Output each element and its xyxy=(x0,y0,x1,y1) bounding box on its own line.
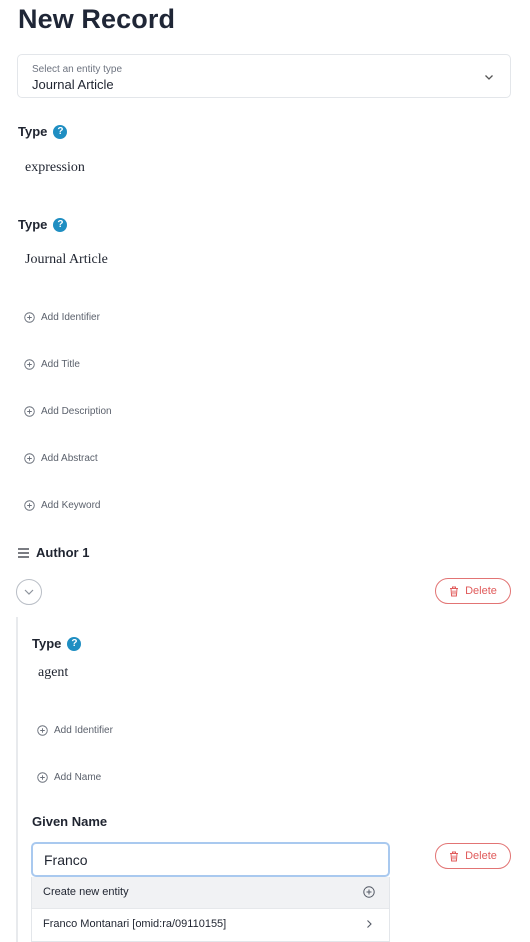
add-link-label: Add Title xyxy=(41,359,80,370)
add-keyword-link[interactable]: Add Keyword xyxy=(24,500,100,511)
entity-select-placeholder: Select an entity type xyxy=(32,64,123,75)
plus-circle-icon xyxy=(24,406,35,417)
type-label: Type ? xyxy=(18,124,68,139)
help-circle-icon[interactable]: ? xyxy=(53,124,68,139)
nested-entity-indent xyxy=(16,617,18,942)
add-link-label: Add Identifier xyxy=(54,725,113,736)
help-circle-icon[interactable]: ? xyxy=(67,636,82,651)
add-abstract-link[interactable]: Add Abstract xyxy=(24,453,98,464)
author-add-identifier-link[interactable]: Add Identifier xyxy=(37,725,113,736)
add-identifier-link[interactable]: Add Identifier xyxy=(24,312,100,323)
type-label-text: Type xyxy=(32,636,62,651)
given-name-input[interactable] xyxy=(31,842,390,877)
plus-circle-icon xyxy=(37,772,48,783)
chevron-down-icon xyxy=(24,589,34,595)
drag-handle-icon[interactable] xyxy=(18,547,29,558)
collapse-author-button[interactable] xyxy=(16,579,42,605)
delete-label: Delete xyxy=(465,585,497,597)
trash-icon xyxy=(450,851,459,861)
type-label-text: Type xyxy=(18,124,48,139)
delete-given-name-button[interactable]: Delete xyxy=(435,843,511,869)
plus-circle-icon xyxy=(24,453,35,464)
chevron-down-icon xyxy=(485,75,493,80)
plus-circle-icon xyxy=(37,725,48,736)
add-link-label: Add Keyword xyxy=(41,500,101,511)
suggestion-label: Franco Montanari [omid:ra/09110155] xyxy=(43,918,227,930)
delete-label: Delete xyxy=(465,850,497,862)
help-circle-icon[interactable]: ? xyxy=(53,217,68,232)
plus-circle-icon xyxy=(24,500,35,511)
entity-select-value: Journal Article xyxy=(32,77,114,92)
type-label-text: Type xyxy=(18,217,48,232)
trash-icon xyxy=(450,586,459,596)
author-add-name-link[interactable]: Add Name xyxy=(37,772,101,783)
author-type-value: agent xyxy=(38,665,69,680)
entity-suggestions-dropdown: Create new entity Franco Montanari [omid… xyxy=(31,877,390,942)
author-type-label: Type ? xyxy=(32,636,82,651)
chevron-right-icon xyxy=(367,920,372,928)
suggestion-item[interactable]: Franco Montanari [omid:ra/09110155] xyxy=(32,908,389,939)
add-link-label: Add Identifier xyxy=(41,312,100,323)
add-link-label: Add Description xyxy=(41,406,112,417)
given-name-label: Given Name xyxy=(32,814,108,829)
add-description-link[interactable]: Add Description xyxy=(24,406,112,417)
plus-circle-icon xyxy=(24,312,35,323)
plus-circle-icon xyxy=(24,359,35,370)
type-value-expression: expression xyxy=(25,160,85,175)
plus-circle-icon xyxy=(363,886,375,898)
create-new-entity-label: Create new entity xyxy=(43,886,129,898)
add-link-label: Add Name xyxy=(54,772,102,783)
page-title: New Record xyxy=(18,4,176,34)
author-header-label: Author 1 xyxy=(36,545,90,560)
add-link-label: Add Abstract xyxy=(41,453,98,464)
type-value-journal-article: Journal Article xyxy=(25,252,108,267)
delete-author-button[interactable]: Delete xyxy=(435,578,511,604)
author-header[interactable]: Author 1 xyxy=(18,545,89,560)
entity-type-select[interactable]: Select an entity type Journal Article xyxy=(17,54,511,98)
create-new-entity-option[interactable]: Create new entity xyxy=(32,877,389,908)
add-title-link[interactable]: Add Title xyxy=(24,359,80,370)
type-label: Type ? xyxy=(18,217,68,232)
